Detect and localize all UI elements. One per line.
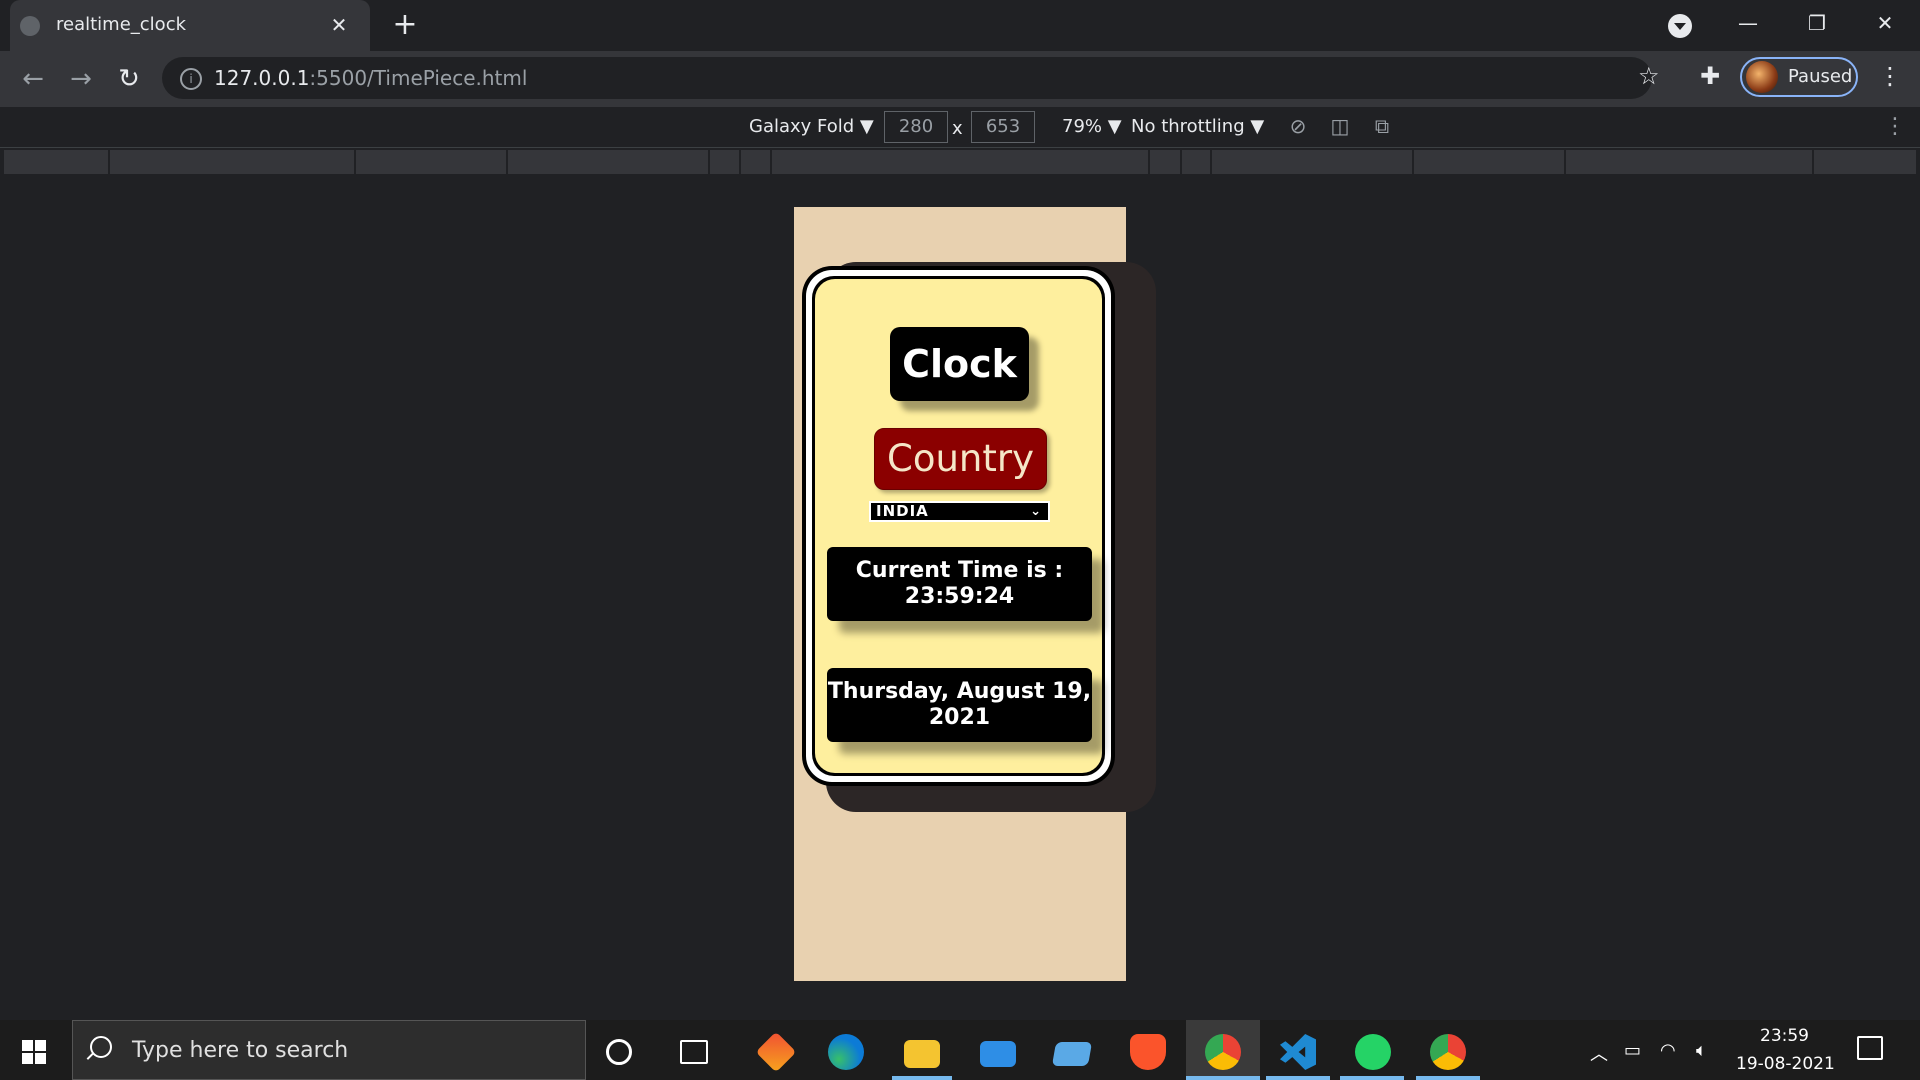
date-line-1: Thursday, August 19, (827, 679, 1092, 704)
rotate-icon[interactable]: ⊘ (1286, 114, 1310, 138)
search-placeholder: Type here to search (132, 1038, 349, 1063)
wifi-icon[interactable]: ◠ (1660, 1040, 1676, 1061)
chrome-icon[interactable] (1430, 1034, 1466, 1070)
media-query-divider (354, 150, 356, 174)
edge-icon[interactable] (828, 1034, 864, 1070)
media-query-divider (1812, 150, 1814, 174)
avatar (1746, 61, 1778, 93)
windows-start-icon[interactable] (22, 1040, 46, 1064)
current-time-box: Current Time is : 23:59:24 (827, 547, 1092, 621)
media-query-divider (1148, 150, 1150, 174)
close-window-icon[interactable]: ✕ (1865, 8, 1905, 38)
reload-icon[interactable]: ↻ (114, 64, 144, 94)
cortana-icon[interactable] (606, 1039, 632, 1065)
height-input[interactable]: 653 (971, 111, 1035, 143)
volume-icon[interactable]: 🔈︎ (1696, 1040, 1707, 1061)
media-query-divider (1564, 150, 1566, 174)
profile-status: Paused (1788, 66, 1853, 87)
taskbar-time[interactable]: 23:59 (1760, 1026, 1809, 1046)
date-box: Thursday, August 19, 2021 (827, 668, 1092, 742)
globe-icon (20, 16, 40, 36)
laptop-icon[interactable] (1051, 1042, 1093, 1066)
battery-icon[interactable]: ▭ (1624, 1040, 1641, 1061)
active-indicator (1266, 1076, 1330, 1080)
chevron-down-icon: ⌄ (1030, 504, 1042, 519)
country-button[interactable]: Country (874, 428, 1047, 490)
browser-menu-icon[interactable]: ⋮ (1878, 62, 1902, 90)
media-query-divider (1210, 150, 1212, 174)
info-icon[interactable]: i (180, 68, 202, 90)
active-indicator (1340, 1076, 1404, 1080)
url-host: 127.0.0.1 (214, 66, 310, 90)
dimension-separator: x (952, 118, 963, 139)
bookmark-star-icon[interactable]: ☆ (1638, 62, 1660, 90)
device-posture-icon[interactable]: ⧉ (1370, 114, 1394, 138)
file-explorer-icon[interactable] (904, 1040, 940, 1068)
media-query-divider (708, 150, 710, 174)
chrome-icon[interactable] (1205, 1034, 1241, 1070)
media-query-divider (770, 150, 772, 174)
date-line-2: 2021 (928, 705, 991, 730)
forward-icon[interactable]: → (66, 64, 96, 94)
throttling-select[interactable]: No throttling ▼ (1131, 116, 1264, 137)
url-text[interactable]: 127.0.0.1:5500/TimePiece.html (214, 66, 527, 90)
tab-search-icon[interactable] (1668, 14, 1692, 38)
time-label: Current Time is : (855, 558, 1064, 583)
notification-icon[interactable] (1857, 1036, 1883, 1060)
brave-icon[interactable] (1130, 1034, 1166, 1070)
back-icon[interactable]: ← (18, 64, 48, 94)
device-select[interactable]: Galaxy Fold ▼ (749, 116, 874, 137)
zoom-select[interactable]: 79% ▼ (1062, 116, 1122, 137)
chevron-up-icon[interactable]: ︿ (1590, 1040, 1608, 1066)
time-value: 23:59:24 (904, 584, 1015, 609)
restore-icon[interactable]: ❐ (1797, 8, 1837, 38)
task-view-icon[interactable] (680, 1040, 708, 1064)
media-query-divider (506, 150, 508, 174)
whatsapp-icon[interactable] (1355, 1034, 1391, 1070)
media-query-divider (108, 150, 110, 174)
country-select[interactable]: INDIA ⌄ (869, 501, 1050, 522)
new-tab-button[interactable]: + (390, 10, 420, 40)
media-query-divider (1412, 150, 1414, 174)
active-indicator (1416, 1076, 1480, 1080)
country-selected-value: INDIA (876, 502, 929, 520)
minimize-icon[interactable]: — (1728, 8, 1768, 38)
dual-screen-icon[interactable]: ◫ (1328, 114, 1352, 138)
tab-close-button[interactable]: ✕ (326, 12, 352, 38)
taskbar-date[interactable]: 19-08-2021 (1736, 1054, 1835, 1074)
clock-title: Clock (890, 327, 1029, 401)
devtools-more-icon[interactable]: ⋮ (1884, 114, 1906, 139)
extensions-icon[interactable]: ✚ (1700, 62, 1720, 90)
media-query-bar[interactable] (4, 150, 1916, 174)
media-query-divider (1180, 150, 1182, 174)
media-query-divider (739, 150, 741, 174)
active-indicator (1186, 1076, 1260, 1080)
search-icon (90, 1036, 112, 1058)
mail-icon[interactable] (980, 1041, 1016, 1067)
url-path: :5500/TimePiece.html (309, 66, 528, 90)
tab-title: realtime_clock (56, 14, 187, 35)
width-input[interactable]: 280 (884, 111, 948, 143)
active-indicator (892, 1076, 952, 1080)
